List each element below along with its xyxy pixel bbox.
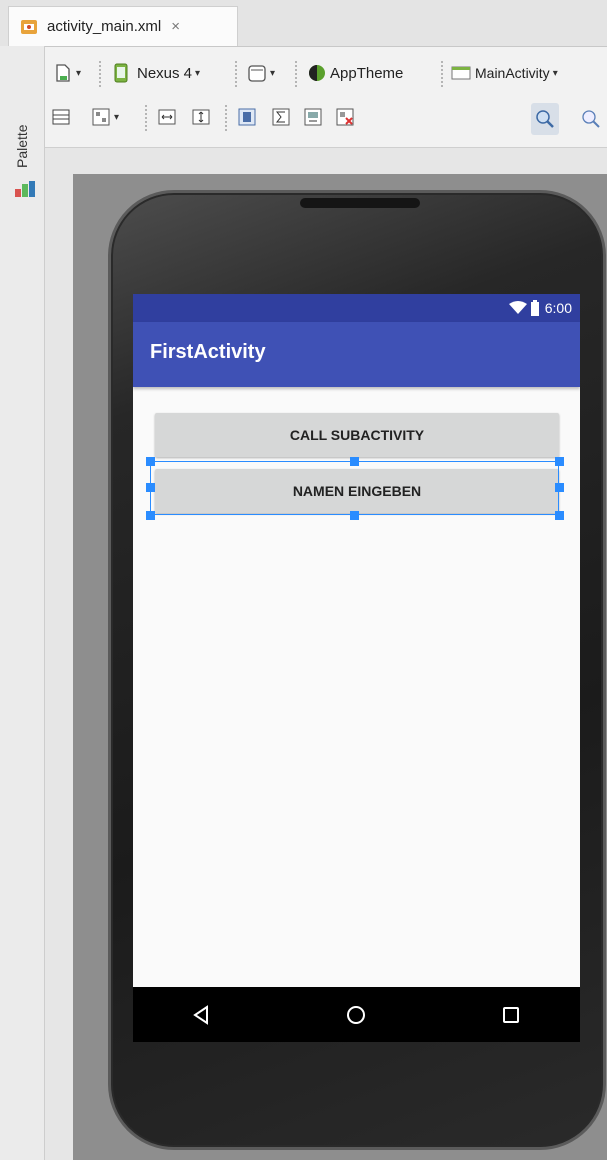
sum-button[interactable] [271, 103, 291, 131]
palette-icon[interactable] [14, 180, 36, 198]
device-screen: 6:00 FirstActivity CALL SUBACTIVITY NAME… [133, 294, 580, 1042]
activity-dropdown[interactable]: MainActivity ▾ [451, 59, 558, 87]
fit-height-icon [192, 109, 210, 125]
toolbar-separator [295, 61, 297, 87]
activity-label: MainActivity [475, 65, 550, 81]
orientation-icon [248, 65, 266, 82]
device-icon [114, 63, 128, 83]
clear-button[interactable] [335, 103, 355, 131]
activity-icon [451, 66, 471, 80]
chevron-down-icon: ▾ [552, 67, 558, 79]
resize-handle[interactable] [555, 483, 564, 492]
resize-handle[interactable] [555, 511, 564, 520]
phone-speaker [300, 198, 420, 208]
clear-icon [336, 108, 354, 126]
resize-handle[interactable] [555, 457, 564, 466]
navigation-bar [133, 987, 580, 1042]
new-layout-dropdown[interactable]: ▾ [53, 59, 81, 87]
zoom-actual-icon [582, 110, 600, 128]
selection-outline [150, 461, 559, 515]
zoom-in-button[interactable] [531, 103, 559, 135]
toolbar-separator [145, 105, 147, 131]
orientation-dropdown[interactable]: ▾ [247, 59, 275, 87]
preview-dropdown[interactable]: ▾ [91, 103, 119, 131]
call-subactivity-button[interactable]: CALL SUBACTIVITY [155, 413, 559, 457]
tab-label: activity_main.xml [47, 18, 162, 35]
status-bar: 6:00 [133, 294, 580, 322]
battery-icon [530, 300, 539, 316]
app-bar: FirstActivity [133, 322, 580, 387]
chevron-down-icon: ▾ [195, 67, 201, 79]
palette-label[interactable]: Palette [14, 124, 30, 168]
resize-handle[interactable] [146, 457, 155, 466]
fit-height-button[interactable] [191, 103, 211, 131]
chevron-down-icon: ▾ [270, 67, 276, 79]
preview-icon [92, 108, 110, 126]
layout-button[interactable] [51, 103, 71, 131]
toolbar-separator [441, 61, 443, 87]
toolbar-separator [225, 105, 227, 131]
resize-handle[interactable] [350, 511, 359, 520]
fit-width-button[interactable] [157, 103, 177, 131]
home-icon[interactable] [344, 1003, 368, 1027]
resize-handle[interactable] [350, 457, 359, 466]
device-label: Nexus 4 [137, 64, 193, 82]
back-icon[interactable] [189, 1003, 213, 1027]
chevron-down-icon: ▾ [76, 67, 82, 79]
zoom-actual-button[interactable] [581, 105, 601, 133]
new-layout-icon [56, 64, 70, 82]
toolbar-separator [99, 61, 101, 87]
xml-file-icon [21, 19, 37, 34]
zoom-in-icon [536, 110, 554, 128]
lint-button[interactable] [237, 103, 257, 131]
tab-activity-main[interactable]: activity_main.xml × [8, 6, 238, 46]
landscape-button[interactable] [303, 103, 323, 131]
palette-strip[interactable]: Palette [0, 46, 45, 1160]
chevron-down-icon: ▾ [114, 111, 120, 123]
layout-icon [52, 109, 70, 125]
recents-icon[interactable] [499, 1003, 523, 1027]
theme-button[interactable]: AppTheme [307, 59, 403, 87]
editor-tab-bar: activity_main.xml × [0, 0, 607, 47]
resize-handle[interactable] [146, 483, 155, 492]
wifi-icon [508, 301, 527, 314]
toolbar-separator [235, 61, 237, 87]
close-icon[interactable]: × [171, 18, 180, 35]
landscape-icon [304, 108, 322, 126]
theme-label: AppTheme [330, 64, 404, 82]
theme-icon [309, 65, 325, 81]
fit-width-icon [158, 109, 176, 125]
layout-editor-toolbar: ▾ Nexus 4 ▾ ▾ AppTheme MainActivity ▾ ▾ [45, 47, 607, 148]
device-dropdown[interactable]: Nexus 4 ▾ [111, 59, 200, 87]
resize-handle[interactable] [146, 511, 155, 520]
app-title: FirstActivity [150, 341, 266, 363]
lint-icon [238, 108, 256, 126]
status-time: 6:00 [544, 300, 572, 316]
sum-icon [272, 108, 290, 126]
